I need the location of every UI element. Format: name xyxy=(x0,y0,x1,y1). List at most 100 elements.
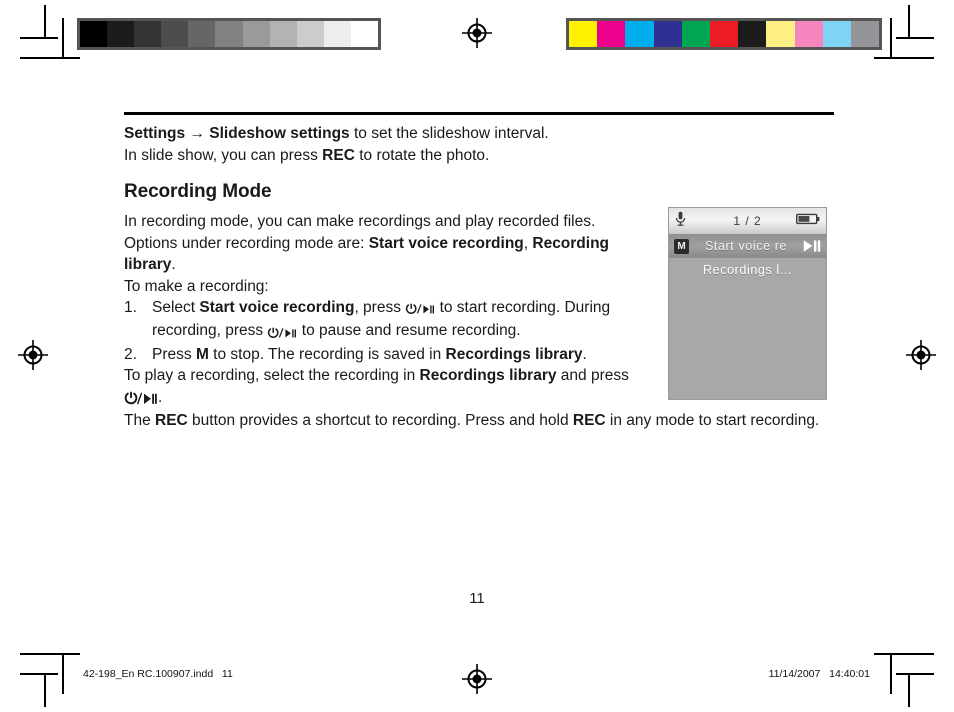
registration-target-icon xyxy=(906,340,936,370)
grayscale-swatch-6 xyxy=(242,21,270,47)
crop-mark xyxy=(62,18,64,58)
grayscale-calibration-strip xyxy=(77,18,381,50)
color-swatch-0 xyxy=(569,21,598,47)
color-swatch-6 xyxy=(738,21,767,47)
step2-text-c: . xyxy=(582,345,587,363)
play-pause-icon xyxy=(803,239,821,253)
footer-timestamp: 11/14/2007 14:40:01 xyxy=(768,668,870,680)
page-root: { "document": { "page_number": "11", "fo… xyxy=(0,0,954,712)
menu-item-label: Recordings l... xyxy=(703,263,792,277)
intro-line1-rest: to set the slideshow interval. xyxy=(349,125,549,142)
grayscale-swatch-0 xyxy=(80,21,108,47)
page-count-indicator: 1 / 2 xyxy=(733,214,762,228)
play-recording-paragraph: To play a recording, select the recordin… xyxy=(124,365,644,410)
step1-bold-start-voice-recording: Start voice recording xyxy=(199,299,355,316)
step2-bold-recordings-library: Recordings library xyxy=(445,345,583,363)
color-swatch-2 xyxy=(625,21,654,47)
recording-mode-body: In recording mode, you can make recordin… xyxy=(124,211,652,365)
crop-mark xyxy=(44,675,46,707)
p3-text-b: and press xyxy=(556,367,629,385)
color-calibration-strip xyxy=(566,18,882,50)
device-screen-figure: 1 / 2 M Start voice re Recordings l... xyxy=(668,207,827,400)
registration-target-icon xyxy=(18,340,48,370)
crop-mark xyxy=(896,37,934,39)
menu-item-start-voice-recording[interactable]: M Start voice re xyxy=(669,234,826,258)
step1-text-d: to pause and resume recording. xyxy=(297,322,521,340)
crop-mark xyxy=(20,673,58,675)
p1-bold-start-voice-recording: Start voice recording xyxy=(368,234,524,252)
menu-item-label: Start voice re xyxy=(704,239,788,253)
intro-bold-slideshow-settings: Slideshow settings xyxy=(209,125,350,142)
rec-shortcut-paragraph: The REC button provides a shortcut to re… xyxy=(124,410,824,432)
p4-text-a: The xyxy=(124,412,156,430)
device-status-bar: 1 / 2 xyxy=(669,208,826,234)
p4-bold-rec-2: REC xyxy=(572,412,606,430)
p4-bold-rec-1: REC xyxy=(155,412,188,430)
page-number: 11 xyxy=(469,590,485,607)
intro-bold-rec: REC xyxy=(322,146,355,164)
power-play-pause-icon xyxy=(124,389,158,411)
grayscale-swatch-5 xyxy=(215,21,243,47)
crop-mark xyxy=(20,57,80,59)
crop-mark xyxy=(908,675,910,707)
footer-filename: 42-198_En RC.100907.indd 11 xyxy=(83,668,233,680)
power-play-pause-icon xyxy=(267,322,297,344)
step2-bold-m: M xyxy=(195,345,209,363)
power-play-pause-icon xyxy=(405,299,435,321)
grayscale-swatch-3 xyxy=(161,21,189,47)
registration-target-icon xyxy=(462,18,492,48)
list-item: 1. Select Start voice recording, press to… xyxy=(124,297,652,344)
p4-text-b: button provides a shortcut to recording.… xyxy=(187,412,573,430)
color-swatch-3 xyxy=(653,21,682,47)
p3-text-a: To play a recording, select the recordin… xyxy=(124,367,420,385)
intro-paragraph: Settings → Slideshow settings to set the… xyxy=(124,123,824,166)
crop-mark xyxy=(908,5,910,37)
grayscale-swatch-10 xyxy=(350,21,379,47)
to-make-recording-label: To make a recording: xyxy=(124,277,269,295)
recording-mode-intro-paragraph: In recording mode, you can make recordin… xyxy=(124,211,652,276)
step1-text-b: , press xyxy=(354,299,406,316)
registration-target-icon xyxy=(462,664,492,694)
step2-text-a: Press xyxy=(152,345,196,363)
intro-line2-b: to rotate the photo. xyxy=(354,146,490,164)
color-swatch-7 xyxy=(766,21,795,47)
p4-text-c: in any mode to start recording. xyxy=(605,412,820,430)
crop-mark xyxy=(44,5,46,37)
color-swatch-4 xyxy=(681,21,710,47)
intro-line2-a: In slide show, you can press xyxy=(124,146,323,164)
mode-badge-m: M xyxy=(674,238,689,254)
p3-text-c: . xyxy=(158,388,163,406)
grayscale-swatch-8 xyxy=(296,21,324,47)
step1-text-a: Select xyxy=(152,299,200,316)
header-rule xyxy=(124,112,834,115)
crop-mark xyxy=(896,673,934,675)
color-swatch-9 xyxy=(822,21,851,47)
grayscale-swatch-9 xyxy=(323,21,351,47)
menu-item-recordings-library[interactable]: Recordings l... xyxy=(669,258,826,282)
device-screen-body xyxy=(669,282,826,399)
color-swatch-10 xyxy=(850,21,880,47)
step-number: 2. xyxy=(124,345,137,363)
crop-mark xyxy=(874,57,934,59)
crop-mark xyxy=(62,654,64,694)
grayscale-swatch-2 xyxy=(134,21,162,47)
grayscale-swatch-7 xyxy=(269,21,297,47)
step-number: 1. xyxy=(124,299,137,316)
crop-mark xyxy=(890,654,892,694)
intro-bold-settings: Settings xyxy=(124,125,186,142)
p1-period: . xyxy=(171,256,176,273)
p3-bold-recordings-library: Recordings library xyxy=(419,367,557,385)
grayscale-swatch-4 xyxy=(188,21,216,47)
intro-arrow: → xyxy=(185,125,210,142)
recording-steps-list: 1. Select Start voice recording, press to… xyxy=(124,297,652,365)
crop-mark xyxy=(20,653,80,655)
color-swatch-1 xyxy=(597,21,626,47)
color-swatch-8 xyxy=(794,21,823,47)
step2-text-b: to stop. The recording is saved in xyxy=(208,345,446,363)
crop-mark xyxy=(20,37,58,39)
crop-mark xyxy=(890,18,892,58)
page-title: Recording Mode xyxy=(124,181,272,202)
crop-mark xyxy=(874,653,934,655)
list-item: 2. Press M to stop. The recording is save… xyxy=(124,344,652,366)
grayscale-swatch-1 xyxy=(107,21,135,47)
